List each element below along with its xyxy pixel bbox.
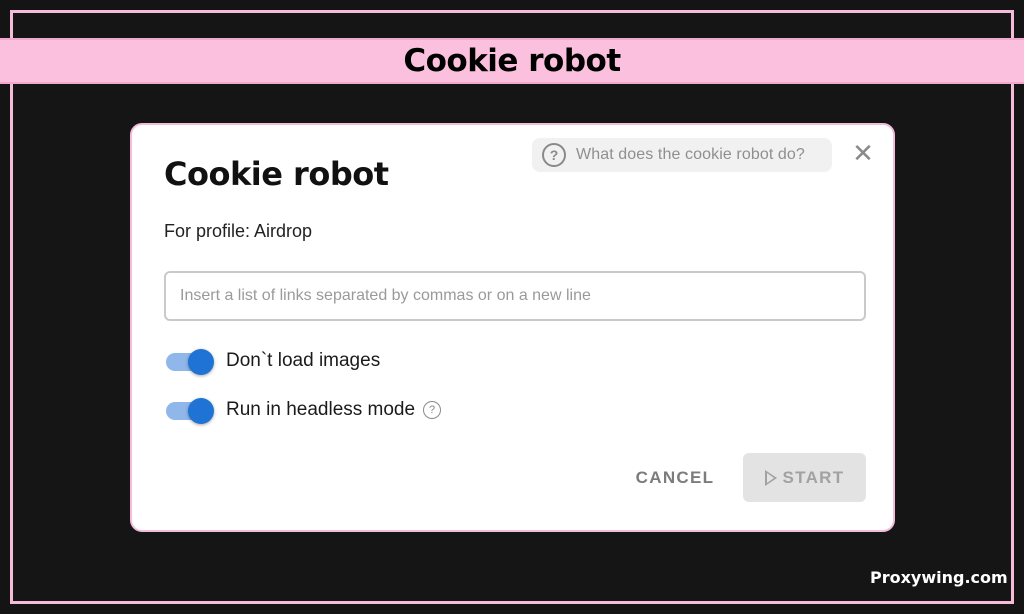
dialog-title: Cookie robot	[164, 155, 389, 193]
toggle-row-images: Don`t load images	[166, 349, 381, 375]
banner-title: Cookie robot	[403, 43, 621, 79]
profile-label: For profile: Airdrop	[164, 221, 313, 241]
toggle-knob	[188, 398, 214, 424]
cancel-button[interactable]: CANCEL	[630, 463, 720, 493]
help-link-label: What does the cookie robot do?	[576, 146, 805, 163]
start-button-label: START	[782, 467, 845, 487]
watermark: Proxywing.com	[870, 568, 1008, 587]
headless-help-icon[interactable]: ?	[423, 401, 442, 419]
dont-load-images-label: Don`t load images	[226, 350, 381, 371]
cookie-robot-dialog: ? What does the cookie robot do? ✕ Cooki…	[130, 123, 895, 532]
headless-mode-toggle[interactable]	[166, 398, 214, 424]
links-input[interactable]	[164, 271, 866, 321]
headless-mode-label: Run in headless mode	[226, 399, 416, 420]
question-icon: ?	[542, 143, 566, 167]
toggle-row-headless: Run in headless mode ?	[166, 398, 442, 424]
close-icon[interactable]: ✕	[852, 141, 874, 167]
title-banner: Cookie robot	[0, 38, 1024, 84]
start-button[interactable]: START	[743, 453, 866, 502]
dont-load-images-toggle[interactable]	[166, 349, 214, 375]
help-link[interactable]: ? What does the cookie robot do?	[532, 138, 832, 172]
play-icon	[764, 469, 777, 486]
toggle-knob	[188, 349, 214, 375]
